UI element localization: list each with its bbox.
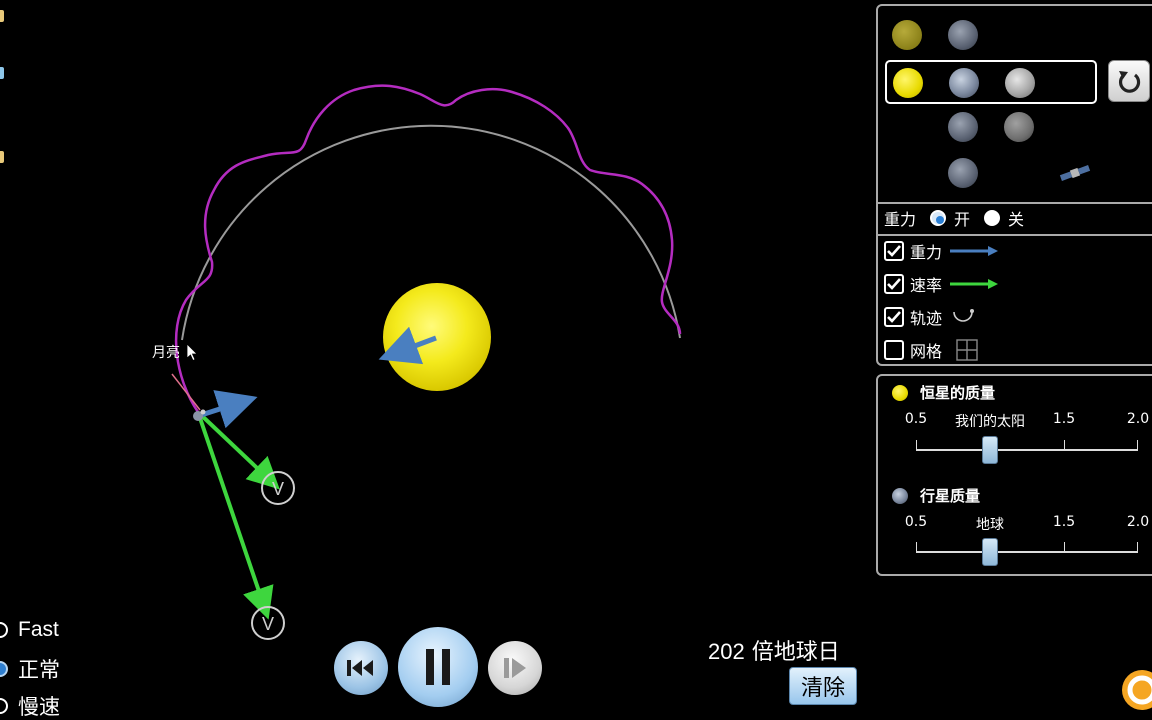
preset-planet-satellite[interactable] [886, 152, 1098, 196]
speed-option-fast[interactable]: Fast [0, 616, 59, 644]
velocity-arrow-icon [950, 279, 999, 289]
clear-button[interactable]: 清除 [789, 667, 857, 705]
moon-velocity-handle[interactable]: V [261, 471, 295, 505]
planet-icon [892, 487, 908, 504]
velocity-checkbox[interactable] [884, 274, 904, 294]
gravity-toggle-label: 重力 [884, 210, 917, 229]
speed-label: 正常 [18, 658, 60, 682]
body-options-panel: 重力 开 关 重力 速率 轨迹 网格 [876, 4, 1152, 366]
star-mass-track[interactable] [916, 449, 1138, 451]
slider-tick [1137, 440, 1138, 450]
star-mass-title: 恒星的质量 [920, 384, 996, 402]
reset-button[interactable] [1108, 60, 1150, 102]
planet-mass-title-row: 行星质量 [892, 485, 980, 506]
elapsed-time-unit: 倍地球日 [751, 640, 840, 665]
star-mass-tick-label: 1.5 [1052, 411, 1076, 427]
grid-checkbox[interactable] [884, 340, 904, 360]
step-forward-button[interactable] [488, 641, 542, 695]
moon-label: 月亮 [152, 344, 180, 361]
velocity-checkbox-label: 速率 [910, 276, 943, 295]
preset-planet-moon[interactable] [886, 106, 1098, 150]
mouse-cursor-icon [186, 343, 198, 362]
star-mass-title-row: 恒星的质量 [892, 382, 995, 403]
rewind-icon [347, 660, 373, 676]
speed-label: 慢速 [18, 695, 60, 719]
star[interactable] [383, 283, 491, 391]
path-icon [953, 309, 975, 322]
slider-tick [1064, 440, 1065, 450]
planet-icon [949, 68, 979, 98]
grid-checkbox-row[interactable]: 网格 [884, 336, 978, 364]
checkmark-icon [887, 278, 901, 290]
pause-button[interactable] [398, 627, 478, 707]
speed-radio[interactable] [0, 622, 8, 638]
gravity-on-radio[interactable] [930, 210, 947, 226]
planet-gravity-arrow [197, 390, 258, 429]
preset-sun-planet-moon[interactable] [885, 60, 1097, 104]
speed-label: Fast [18, 618, 59, 641]
speed-radio[interactable] [0, 698, 8, 714]
slider-tick [1064, 542, 1065, 552]
planet-mass-tick-label: 0.5 [904, 514, 928, 530]
path-checkbox-row[interactable]: 轨迹 [884, 303, 976, 331]
satellite-icon [1059, 165, 1091, 181]
velocity-handle-label: V [272, 479, 284, 499]
gravity-checkbox-row[interactable]: 重力 [884, 237, 999, 265]
elapsed-time-value: 202 [708, 639, 745, 664]
step-forward-icon [504, 658, 526, 678]
gravity-arrow-icon [950, 246, 999, 256]
speed-radio[interactable] [0, 661, 8, 677]
elapsed-time: 202 倍地球日 [708, 634, 840, 666]
slider-tick [1137, 542, 1138, 552]
gravity-checkbox-label: 重力 [910, 243, 943, 262]
sun-icon [892, 384, 908, 401]
velocity-handle-label: V [262, 614, 274, 634]
grid-checkbox-label: 网格 [910, 342, 943, 361]
sun-icon [893, 68, 923, 98]
planet-mass-tick-label: 地球 [976, 517, 1004, 533]
gravity-toggle-row: 重力 开 关 [884, 204, 1024, 232]
moon-icon [1004, 112, 1034, 142]
velocity-checkbox-row[interactable]: 速率 [884, 270, 999, 298]
planet-icon [948, 20, 978, 50]
slider-tick [916, 542, 917, 552]
divider [878, 234, 1152, 236]
speed-option-normal[interactable]: 正常 [0, 655, 60, 683]
planet-mass-title: 行星质量 [920, 487, 981, 505]
planet-icon [948, 158, 978, 188]
path-checkbox-label: 轨迹 [910, 309, 943, 328]
planet-mass-tick-label: 2.0 [1126, 514, 1150, 530]
star-mass-tick-label: 我们的太阳 [955, 414, 1025, 430]
planet-mass-slider-thumb[interactable] [982, 538, 998, 566]
rewind-button[interactable] [334, 641, 388, 695]
planet-velocity-handle[interactable]: V [251, 606, 285, 640]
moon[interactable] [200, 409, 206, 415]
moon-pointer-line [171, 373, 201, 411]
moon-icon [1005, 68, 1035, 98]
planet-mass-track[interactable] [916, 551, 1138, 553]
speed-option-slow[interactable]: 慢速 [0, 692, 60, 720]
slider-tick [916, 440, 917, 450]
checkmark-icon [887, 245, 901, 257]
planet-icon [948, 112, 978, 142]
path-checkbox[interactable] [884, 307, 904, 327]
gravity-off-label: 关 [1008, 210, 1025, 229]
gravity-on-label: 开 [954, 210, 971, 229]
sun-icon [892, 20, 922, 50]
checkmark-icon [887, 311, 901, 323]
preset-sun-planet[interactable] [886, 14, 1098, 58]
planet-mass-tick-label: 1.5 [1052, 514, 1076, 530]
star-mass-slider-thumb[interactable] [982, 436, 998, 464]
star-mass-tick-label: 2.0 [1126, 411, 1150, 427]
phet-logo-icon[interactable] [1118, 668, 1152, 712]
grid-icon [956, 339, 978, 361]
gravity-checkbox[interactable] [884, 241, 904, 261]
reset-icon [1118, 71, 1141, 93]
pause-icon [426, 649, 450, 685]
mass-sliders-panel: 恒星的质量 0.5 我们的太阳 1.5 2.0 行星质量 0.5 地球 1.5 … [876, 374, 1152, 576]
star-mass-tick-label: 0.5 [904, 411, 928, 427]
gravity-off-radio[interactable] [984, 210, 1001, 226]
